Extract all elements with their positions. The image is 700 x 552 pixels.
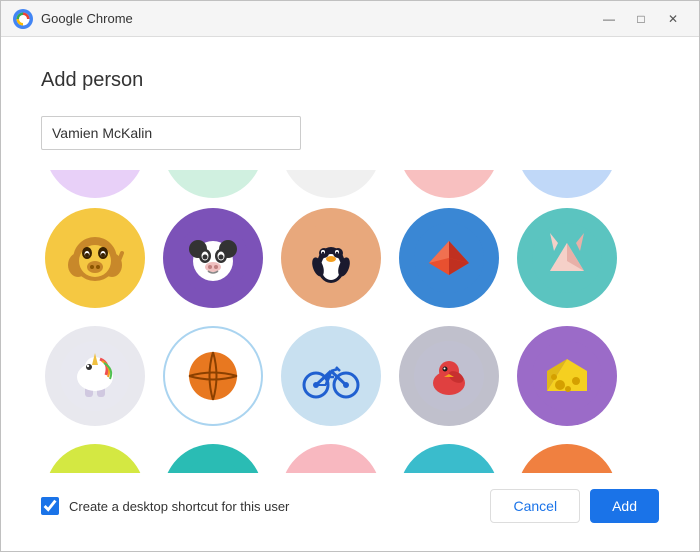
butterfly-icon — [414, 223, 484, 293]
monkey-icon — [60, 223, 130, 293]
avatar-partial-5 — [517, 170, 617, 198]
avatar-butterfly[interactable] — [399, 208, 499, 308]
avatar-partial-4 — [399, 170, 499, 198]
avatar-bird[interactable] — [399, 326, 499, 426]
glasses-icon — [296, 459, 366, 473]
action-buttons: Cancel Add — [490, 489, 659, 523]
panda-icon — [178, 223, 248, 293]
bird-icon — [414, 341, 484, 411]
avatar-partial-2 — [163, 170, 263, 198]
dialog-footer: Create a desktop shortcut for this user … — [41, 473, 659, 531]
cancel-button[interactable]: Cancel — [490, 489, 580, 523]
close-button[interactable]: ✕ — [659, 9, 687, 29]
avatar-teal[interactable] — [163, 444, 263, 473]
page-title: Add person — [41, 69, 659, 92]
teal-obj-icon — [178, 459, 248, 473]
avatar-bicycle[interactable] — [281, 326, 381, 426]
medkit-icon — [60, 459, 130, 473]
dialog-content: Add person — [1, 37, 699, 551]
main-window: Google Chrome — □ ✕ Add person — [0, 0, 700, 552]
add-button[interactable]: Add — [590, 489, 659, 523]
partial-top-row — [41, 170, 659, 198]
avatar-lock[interactable] — [517, 444, 617, 473]
title-bar: Google Chrome — □ ✕ — [1, 1, 699, 37]
avatar-partial-3 — [281, 170, 381, 198]
sushi-icon — [414, 459, 484, 473]
window-controls: — □ ✕ — [595, 9, 687, 29]
avatar-unicorn[interactable] — [45, 326, 145, 426]
bicycle-icon — [296, 341, 366, 411]
minimize-button[interactable]: — — [595, 9, 623, 29]
unicorn-icon — [60, 341, 130, 411]
chrome-icon — [13, 9, 33, 29]
maximize-button[interactable]: □ — [627, 9, 655, 29]
rabbit-icon — [532, 223, 602, 293]
desktop-shortcut-label: Create a desktop shortcut for this user — [69, 499, 289, 514]
desktop-shortcut-checkbox[interactable] — [41, 497, 59, 515]
avatar-grid-wrapper[interactable] — [41, 170, 659, 473]
checkbox-row: Create a desktop shortcut for this user — [41, 497, 490, 515]
avatar-panda[interactable] — [163, 208, 263, 308]
avatar-monkey[interactable] — [45, 208, 145, 308]
basketball-icon — [178, 341, 248, 411]
avatar-partial-1 — [45, 170, 145, 198]
avatar-grid — [41, 198, 659, 473]
avatar-scroll-area — [41, 170, 659, 473]
penguin-icon — [296, 223, 366, 293]
lock-icon — [532, 459, 602, 473]
avatar-cheese[interactable] — [517, 326, 617, 426]
name-input[interactable] — [41, 116, 301, 150]
avatar-sushi[interactable] — [399, 444, 499, 473]
cheese-icon — [532, 341, 602, 411]
avatar-penguin[interactable] — [281, 208, 381, 308]
avatar-medkit[interactable] — [45, 444, 145, 473]
avatar-glasses[interactable] — [281, 444, 381, 473]
window-title: Google Chrome — [41, 11, 595, 26]
avatar-rabbit[interactable] — [517, 208, 617, 308]
avatar-basketball[interactable] — [163, 326, 263, 426]
